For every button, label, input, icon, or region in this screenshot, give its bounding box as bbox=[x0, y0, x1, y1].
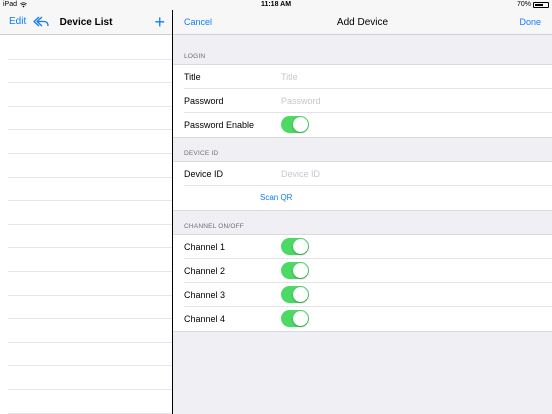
status-time: 11:18 AM bbox=[260, 1, 292, 8]
device-list-row[interactable] bbox=[8, 248, 172, 272]
device-list-row[interactable] bbox=[8, 319, 172, 343]
channel-row: Channel 3 bbox=[184, 283, 552, 307]
battery-icon bbox=[533, 1, 549, 8]
device-list-row[interactable] bbox=[8, 201, 172, 225]
battery-level-fill bbox=[535, 3, 544, 6]
title-label: Title bbox=[184, 72, 201, 82]
title-input[interactable] bbox=[281, 72, 481, 82]
password-enable-row: Password Enable bbox=[184, 113, 552, 137]
title-row: Title bbox=[184, 65, 552, 89]
password-input[interactable] bbox=[281, 96, 481, 106]
device-id-row: Device ID bbox=[184, 162, 552, 186]
device-list-row[interactable] bbox=[8, 130, 172, 154]
device-list-row[interactable] bbox=[8, 60, 172, 84]
device-id-section-header: DEVICE ID bbox=[184, 150, 219, 157]
device-list-row[interactable] bbox=[8, 366, 172, 390]
device-list-navbar: Edit Device List + bbox=[0, 10, 172, 35]
done-button[interactable]: Done bbox=[519, 17, 541, 27]
device-list-row[interactable] bbox=[8, 343, 172, 367]
channel-label: Channel 1 bbox=[184, 242, 226, 252]
login-section-header: LOGIN bbox=[184, 53, 206, 60]
device-list bbox=[0, 36, 172, 414]
channel-label: Channel 2 bbox=[184, 266, 226, 276]
add-device-navbar: Cancel Add Device Done bbox=[173, 10, 552, 35]
device-id-input[interactable] bbox=[281, 169, 481, 179]
add-device-pane: Cancel Add Device Done LOGIN Title Passw… bbox=[173, 10, 552, 414]
device-list-row[interactable] bbox=[8, 390, 172, 414]
password-enable-toggle[interactable] bbox=[281, 116, 309, 133]
channel-row: Channel 1 bbox=[184, 235, 552, 259]
device-list-row[interactable] bbox=[8, 36, 172, 60]
device-id-group: Device ID Scan QR bbox=[173, 161, 552, 211]
device-list-row[interactable] bbox=[8, 296, 172, 320]
add-device-title: Add Device bbox=[336, 17, 389, 28]
toggle-knob bbox=[293, 239, 308, 254]
channel-label: Channel 4 bbox=[184, 314, 226, 324]
battery-percent: 70% bbox=[516, 1, 531, 8]
channel-group: Channel 1 Channel 2 Channel 3 Channel 4 bbox=[173, 234, 552, 332]
scan-qr-row: Scan QR bbox=[184, 186, 552, 210]
channel-2-toggle[interactable] bbox=[281, 262, 309, 279]
device-list-row[interactable] bbox=[8, 272, 172, 296]
password-enable-label: Password Enable bbox=[184, 120, 255, 130]
scan-qr-button[interactable]: Scan QR bbox=[260, 193, 292, 202]
device-list-row[interactable] bbox=[8, 154, 172, 178]
toggle-knob bbox=[293, 117, 308, 132]
password-label: Password bbox=[184, 96, 224, 106]
device-list-row[interactable] bbox=[8, 83, 172, 107]
toggle-knob bbox=[293, 287, 308, 302]
toggle-knob bbox=[293, 311, 308, 326]
add-device-button[interactable]: + bbox=[154, 13, 165, 31]
login-group: Title Password Password Enable bbox=[173, 64, 552, 138]
device-id-label: Device ID bbox=[184, 169, 224, 179]
channel-label: Channel 3 bbox=[184, 290, 226, 300]
channel-4-toggle[interactable] bbox=[281, 310, 309, 327]
channel-3-toggle[interactable] bbox=[281, 286, 309, 303]
status-bar: iPad 11:18 AM 70% bbox=[0, 0, 552, 10]
channel-row: Channel 2 bbox=[184, 259, 552, 283]
device-list-title: Device List bbox=[59, 17, 113, 28]
toggle-knob bbox=[293, 263, 308, 278]
channel-1-toggle[interactable] bbox=[281, 238, 309, 255]
device-list-row[interactable] bbox=[8, 178, 172, 202]
device-list-row[interactable] bbox=[8, 225, 172, 249]
device-list-pane: Edit Device List + bbox=[0, 10, 172, 414]
channel-row: Channel 4 bbox=[184, 307, 552, 331]
password-row: Password bbox=[184, 89, 552, 113]
device-list-row[interactable] bbox=[8, 107, 172, 131]
channel-section-header: CHANNEL ON/OFF bbox=[184, 223, 244, 230]
